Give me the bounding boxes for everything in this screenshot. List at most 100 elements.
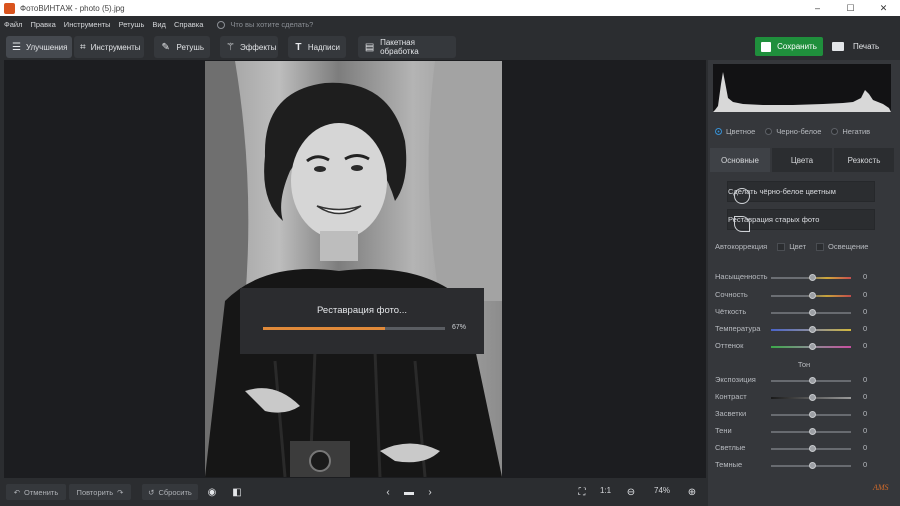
slider-label: Температура bbox=[715, 324, 761, 333]
slider-value: 0 bbox=[863, 290, 868, 299]
slider-label: Экспозиция bbox=[715, 375, 756, 384]
slider-knob[interactable] bbox=[809, 326, 816, 333]
fit-screen-icon[interactable]: ⛶ bbox=[575, 484, 589, 500]
sliders-icon: ☰ bbox=[12, 41, 21, 53]
temperature-slider[interactable]: Температура 0 bbox=[715, 324, 895, 336]
shadows-slider[interactable]: Тени 0 bbox=[715, 426, 895, 438]
tab-label: Инструменты bbox=[90, 42, 141, 52]
reset-icon: ↺ bbox=[148, 487, 155, 497]
minimize-button[interactable]: – bbox=[801, 3, 834, 14]
highlights-slider[interactable]: Засветки 0 bbox=[715, 409, 895, 421]
auto-color-checkbox[interactable] bbox=[777, 242, 786, 251]
slider-value: 0 bbox=[863, 324, 868, 333]
autocorrection-label: Автокоррекция bbox=[715, 242, 768, 251]
menu-view[interactable]: Вид bbox=[152, 20, 166, 29]
slider-knob[interactable] bbox=[809, 377, 816, 384]
radio-bw[interactable] bbox=[765, 128, 773, 135]
compare-icon[interactable]: ◧ bbox=[230, 484, 244, 500]
tint-slider[interactable]: Оттенок 0 bbox=[715, 341, 895, 353]
exposure-slider[interactable]: Экспозиция 0 bbox=[715, 375, 895, 387]
zoom-out-icon[interactable]: ⊖ bbox=[624, 484, 638, 500]
batch-icon: ▤ bbox=[364, 41, 375, 53]
slider-knob[interactable] bbox=[809, 292, 816, 299]
clarity-slider[interactable]: Чёткость 0 bbox=[715, 307, 895, 319]
slider-value: 0 bbox=[863, 307, 868, 316]
tab-sharpness[interactable]: Резкость bbox=[834, 148, 894, 172]
menu-retouch[interactable]: Ретушь bbox=[119, 20, 145, 29]
slider-label: Засветки bbox=[715, 409, 747, 418]
tab-label: Надписи bbox=[307, 42, 340, 52]
maximize-button[interactable]: ☐ bbox=[834, 3, 867, 14]
crop-icon: ⌗ bbox=[80, 41, 86, 53]
menu-bar: Файл Правка Инструменты Ретушь Вид Справ… bbox=[0, 16, 900, 33]
whites-slider[interactable]: Светлые 0 bbox=[715, 443, 895, 455]
tab-colors[interactable]: Цвета bbox=[772, 148, 832, 172]
tab-enhancements[interactable]: ☰ Улучшения bbox=[6, 36, 72, 58]
ratio-1-1-button[interactable]: 1:1 bbox=[600, 486, 611, 495]
slider-knob[interactable] bbox=[809, 428, 816, 435]
zoom-level[interactable]: 74% bbox=[654, 486, 670, 495]
slider-value: 0 bbox=[863, 272, 868, 281]
app-logo-icon bbox=[4, 2, 15, 14]
reset-button[interactable]: ↺ Сбросить bbox=[142, 484, 198, 500]
image-canvas[interactable]: Реставрация фото... 67% bbox=[4, 60, 706, 478]
slider-label: Сочность bbox=[715, 290, 748, 299]
tab-batch[interactable]: ▤ Пакетная обработка bbox=[358, 36, 456, 58]
slider-label: Контраст bbox=[715, 392, 747, 401]
restore-button[interactable]: Реставрация старых фото bbox=[727, 209, 875, 232]
slider-value: 0 bbox=[863, 375, 868, 384]
mode-label: Негатив bbox=[842, 127, 871, 136]
slider-knob[interactable] bbox=[809, 411, 816, 418]
tab-tools[interactable]: ⌗ Инструменты bbox=[74, 36, 144, 58]
auto-light-checkbox[interactable] bbox=[816, 242, 825, 251]
slider-label: Насыщенность bbox=[715, 272, 768, 281]
progress-percent: 67% bbox=[452, 324, 467, 331]
tab-effects[interactable]: ⚚ Эффекты bbox=[220, 36, 278, 58]
menu-search[interactable]: Что вы хотите сделать? bbox=[217, 20, 313, 29]
menu-file[interactable]: Файл bbox=[4, 20, 22, 29]
tab-retouch[interactable]: ✎ Ретушь bbox=[154, 36, 210, 58]
slider-knob[interactable] bbox=[809, 445, 816, 452]
redo-button[interactable]: Повторить ↷ bbox=[69, 484, 131, 500]
eye-icon[interactable]: ◉ bbox=[205, 484, 219, 500]
tab-basic[interactable]: Основные bbox=[710, 148, 770, 172]
contrast-slider[interactable]: Контраст 0 bbox=[715, 392, 895, 404]
photo-preview[interactable] bbox=[205, 61, 502, 477]
save-button[interactable]: Сохранить bbox=[755, 37, 823, 56]
blacks-slider[interactable]: Темные 0 bbox=[715, 460, 895, 472]
menu-help[interactable]: Справка bbox=[174, 20, 203, 29]
vibrance-slider[interactable]: Сочность 0 bbox=[715, 290, 895, 302]
saturation-slider[interactable]: Насыщенность 0 bbox=[715, 272, 895, 284]
redo-icon: ↷ bbox=[117, 487, 124, 497]
window-title: ФотоВИНТАЖ - photo (5).jpg bbox=[20, 3, 125, 13]
bottom-toolbar: ↶ Отменить Повторить ↷ ↺ Сбросить ◉ ◧ ‹ … bbox=[0, 478, 706, 506]
progress-title: Реставрация фото... bbox=[317, 305, 407, 316]
color-mode-group: Цветное Черно-белое Негатив bbox=[715, 127, 870, 136]
menu-tools[interactable]: Инструменты bbox=[64, 20, 111, 29]
undo-icon: ↶ bbox=[13, 487, 20, 497]
tab-text[interactable]: T Надписи bbox=[288, 36, 346, 58]
zoom-in-icon[interactable]: ⊕ bbox=[685, 484, 699, 500]
palette-icon bbox=[734, 188, 750, 204]
prev-icon[interactable]: ‹ bbox=[381, 484, 395, 500]
slider-knob[interactable] bbox=[809, 274, 816, 281]
ams-logo: AMS bbox=[873, 483, 889, 492]
undo-button[interactable]: ↶ Отменить bbox=[6, 484, 66, 500]
menu-edit[interactable]: Правка bbox=[30, 20, 55, 29]
next-icon[interactable]: › bbox=[423, 484, 437, 500]
print-button[interactable]: Печать bbox=[832, 37, 879, 56]
slider-knob[interactable] bbox=[809, 343, 816, 350]
slider-label: Тени bbox=[715, 426, 732, 435]
slider-knob[interactable] bbox=[809, 462, 816, 469]
radio-color[interactable] bbox=[715, 128, 722, 135]
slider-knob[interactable] bbox=[809, 394, 816, 401]
close-button[interactable]: ✕ bbox=[867, 3, 900, 14]
tab-label: Ретушь bbox=[176, 42, 204, 52]
vintage-portrait-image bbox=[205, 61, 502, 477]
radio-negative[interactable] bbox=[831, 128, 839, 135]
slider-label: Темные bbox=[715, 460, 743, 469]
colorize-button[interactable]: Сделать чёрно-белое цветным bbox=[727, 181, 875, 204]
slider-knob[interactable] bbox=[809, 309, 816, 316]
slider-label: Светлые bbox=[715, 443, 746, 452]
folder-icon[interactable]: ▬ bbox=[402, 484, 416, 500]
